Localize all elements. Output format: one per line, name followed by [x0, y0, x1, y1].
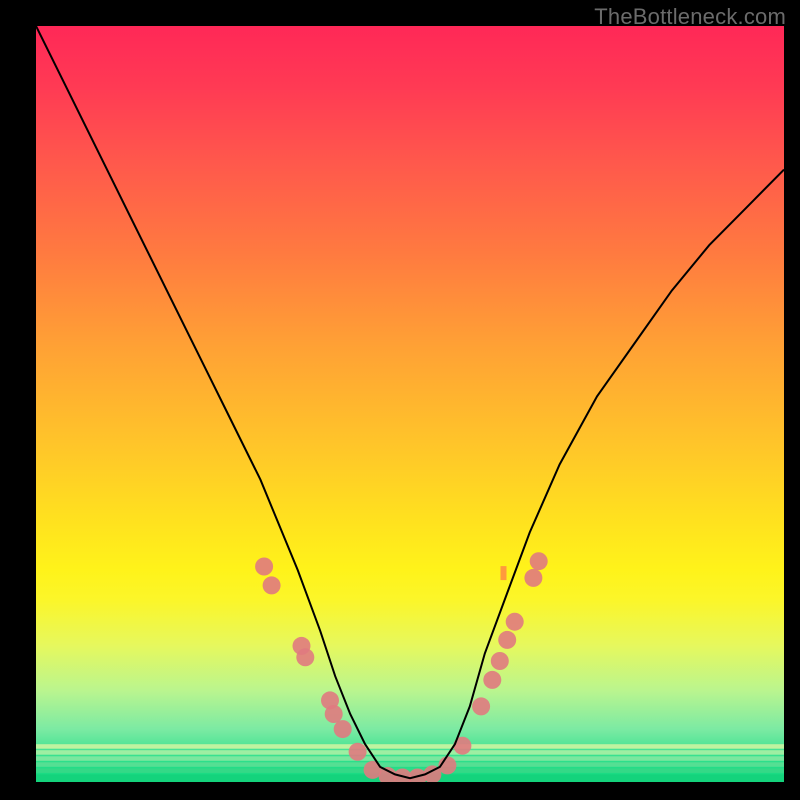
plot-area — [36, 26, 784, 782]
marker-dot — [263, 576, 281, 594]
marker-dot — [296, 648, 314, 666]
marker-dot — [334, 720, 352, 738]
marker-dot — [472, 697, 490, 715]
marker-dot — [524, 569, 542, 587]
marker-dot — [255, 558, 273, 576]
marker-dot — [325, 705, 343, 723]
marker-dot — [506, 613, 524, 631]
annotation-group — [501, 566, 507, 580]
marker-dot — [491, 652, 509, 670]
marker-dot — [483, 671, 501, 689]
watermark-text: TheBottleneck.com — [594, 4, 786, 30]
marker-dot — [498, 631, 516, 649]
marker-dot — [349, 743, 367, 761]
chart-svg — [36, 26, 784, 782]
bottleneck-curve — [36, 26, 784, 778]
green-band-stripe — [36, 762, 784, 767]
marker-dot — [530, 552, 548, 570]
green-band-stripe — [36, 756, 784, 761]
chart-frame: TheBottleneck.com — [0, 0, 800, 800]
green-band-stripe — [36, 750, 784, 755]
orange-blip — [501, 566, 507, 580]
green-band-stripe — [36, 744, 784, 749]
green-band-stripe — [36, 768, 784, 773]
